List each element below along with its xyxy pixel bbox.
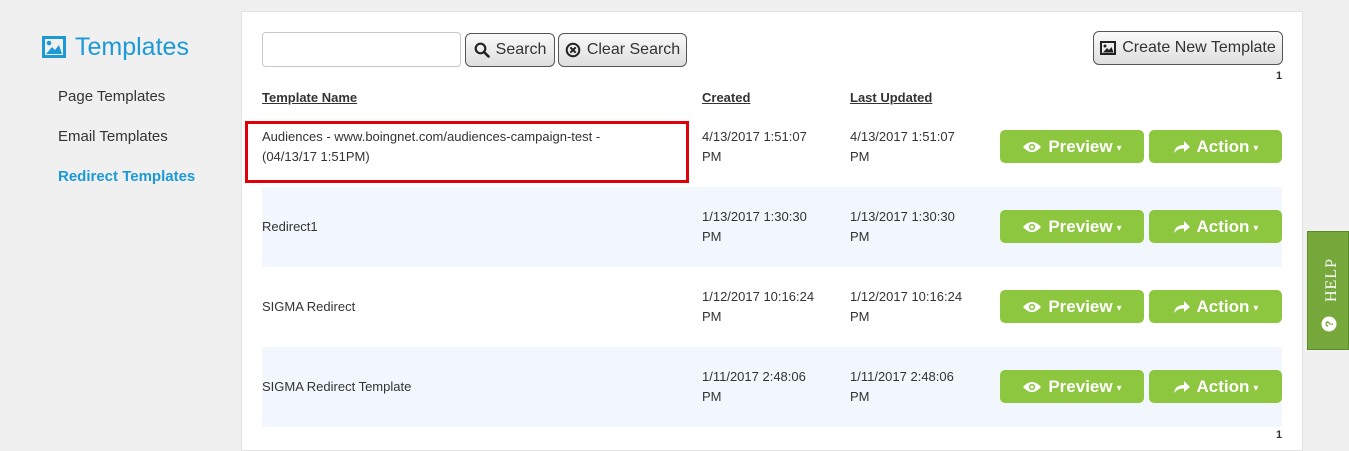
action-label: Action bbox=[1196, 376, 1250, 396]
search-button-label: Search bbox=[495, 41, 547, 58]
template-name-cell[interactable]: SIGMA Redirect Template bbox=[262, 377, 672, 397]
preview-button[interactable]: Preview ▾ bbox=[1000, 210, 1144, 243]
search-icon bbox=[474, 42, 490, 58]
share-arrow-icon bbox=[1173, 380, 1190, 393]
template-name-cell[interactable]: Redirect1 bbox=[262, 217, 672, 237]
eye-icon bbox=[1023, 221, 1042, 232]
highlight-annotation bbox=[245, 121, 689, 183]
pagination-top[interactable]: 1 bbox=[1276, 70, 1282, 82]
preview-label: Preview bbox=[1048, 136, 1113, 156]
caret-down-icon: ▾ bbox=[1253, 223, 1259, 234]
create-new-template-label: Create New Template bbox=[1122, 39, 1276, 56]
created-cell: 1/13/2017 1:30:30 PM bbox=[702, 209, 807, 244]
caret-down-icon: ▾ bbox=[1253, 143, 1259, 154]
column-header-template-name[interactable]: Template Name bbox=[262, 90, 357, 105]
help-label: HELP bbox=[1323, 258, 1340, 302]
share-arrow-icon bbox=[1173, 300, 1190, 313]
preview-label: Preview bbox=[1048, 296, 1113, 316]
created-cell: 1/11/2017 2:48:06 PM bbox=[702, 369, 806, 404]
clear-search-button[interactable]: Clear Search bbox=[558, 33, 687, 67]
caret-down-icon: ▾ bbox=[1116, 143, 1122, 154]
image-icon bbox=[1100, 41, 1117, 55]
preview-label: Preview bbox=[1048, 216, 1113, 236]
svg-text:?: ? bbox=[1324, 320, 1336, 327]
caret-down-icon: ▾ bbox=[1116, 303, 1122, 314]
help-tab[interactable]: HELP ? bbox=[1307, 231, 1349, 350]
column-header-last-updated[interactable]: Last Updated bbox=[850, 90, 932, 105]
preview-label: Preview bbox=[1048, 376, 1113, 396]
action-label: Action bbox=[1196, 216, 1250, 236]
action-button[interactable]: Action ▾ bbox=[1149, 210, 1282, 243]
preview-button[interactable]: Preview ▾ bbox=[1000, 130, 1144, 163]
sidebar-item-redirect-templates[interactable]: Redirect Templates bbox=[58, 168, 195, 185]
action-button[interactable]: Action ▾ bbox=[1149, 370, 1282, 403]
action-label: Action bbox=[1196, 296, 1250, 316]
clear-circle-x-icon bbox=[565, 42, 581, 58]
created-cell: 4/13/2017 1:51:07 PM bbox=[702, 129, 807, 164]
column-header-created[interactable]: Created bbox=[702, 90, 750, 105]
eye-icon bbox=[1023, 301, 1042, 312]
action-label: Action bbox=[1196, 136, 1250, 156]
eye-icon bbox=[1023, 381, 1042, 392]
clear-search-label: Clear Search bbox=[586, 41, 681, 58]
last-updated-cell: 1/12/2017 10:16:24 PM bbox=[850, 289, 963, 324]
sidebar-title-text: Templates bbox=[75, 32, 189, 61]
action-button[interactable]: Action ▾ bbox=[1149, 290, 1282, 323]
question-icon: ? bbox=[1321, 316, 1337, 332]
sidebar-item-page-templates[interactable]: Page Templates bbox=[58, 88, 165, 105]
template-name-cell[interactable]: SIGMA Redirect bbox=[262, 297, 672, 317]
last-updated-cell: 1/11/2017 2:48:06 PM bbox=[850, 369, 954, 404]
eye-icon bbox=[1023, 141, 1042, 152]
pagination-bottom[interactable]: 1 bbox=[1276, 429, 1282, 441]
last-updated-cell: 1/13/2017 1:30:30 PM bbox=[850, 209, 955, 244]
create-new-template-button[interactable]: Create New Template bbox=[1093, 31, 1283, 65]
image-icon bbox=[42, 36, 66, 58]
preview-button[interactable]: Preview ▾ bbox=[1000, 290, 1144, 323]
action-button[interactable]: Action ▾ bbox=[1149, 130, 1282, 163]
share-arrow-icon bbox=[1173, 220, 1190, 233]
created-cell: 1/12/2017 10:16:24 PM bbox=[702, 289, 815, 324]
search-button[interactable]: Search bbox=[465, 33, 555, 67]
last-updated-cell: 4/13/2017 1:51:07 PM bbox=[850, 129, 955, 164]
caret-down-icon: ▾ bbox=[1253, 383, 1259, 394]
caret-down-icon: ▾ bbox=[1253, 303, 1259, 314]
caret-down-icon: ▾ bbox=[1116, 383, 1122, 394]
sidebar-title: Templates bbox=[42, 30, 189, 64]
share-arrow-icon bbox=[1173, 140, 1190, 153]
caret-down-icon: ▾ bbox=[1116, 223, 1122, 234]
sidebar-item-email-templates[interactable]: Email Templates bbox=[58, 128, 168, 145]
search-input[interactable] bbox=[262, 32, 461, 67]
preview-button[interactable]: Preview ▾ bbox=[1000, 370, 1144, 403]
sidebar: Templates Page Templates Email Templates… bbox=[0, 0, 242, 437]
